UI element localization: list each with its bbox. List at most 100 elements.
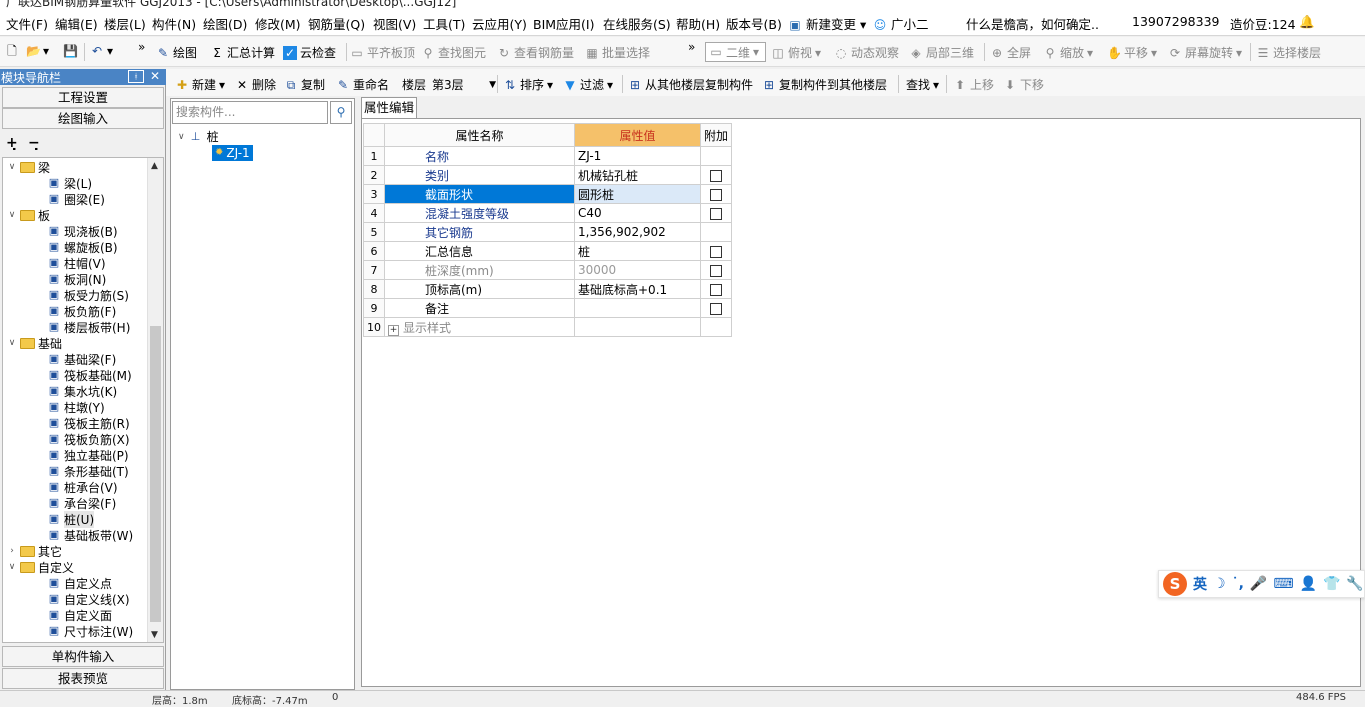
tree-folder[interactable]: ∨ 梁 xyxy=(7,159,50,175)
align-slab-top-button[interactable]: ▭ 平齐板顶 xyxy=(350,44,415,61)
chevron-down-icon[interactable]: ∨ xyxy=(178,132,185,142)
property-row[interactable]: 4 混凝土强度等级 C40 xyxy=(363,203,733,223)
local-3d-button[interactable]: ◈ 局部三维 xyxy=(909,44,974,61)
search-icon[interactable]: ⚲ xyxy=(330,101,352,124)
new-component-button[interactable]: ✚ 新建 ▾ xyxy=(175,76,225,93)
tree-item[interactable]: ▣ 基础梁(F) xyxy=(47,351,116,367)
property-value[interactable] xyxy=(574,298,701,318)
tree-item[interactable]: ▣ 筏板基础(M) xyxy=(47,367,132,383)
find-button[interactable]: 查找 ▾ xyxy=(906,76,939,93)
dynamic-observe-button[interactable]: ◌ 动态观察 xyxy=(834,44,899,61)
chevron-right-icon[interactable]: › xyxy=(7,546,17,556)
tree-item[interactable]: ▣ 自定义线(X) xyxy=(47,591,130,607)
tree-item[interactable]: ▣ 集水坑(K) xyxy=(47,383,117,399)
skin-icon[interactable]: 👕 xyxy=(1323,576,1340,592)
zoom-button[interactable]: ⚲ 缩放 ▾ xyxy=(1043,44,1093,61)
bell-icon[interactable]: 🔔 xyxy=(1299,14,1315,30)
assistant-button[interactable]: ☺ 广小二 xyxy=(873,14,929,33)
property-row[interactable]: 6 汇总信息 桩 xyxy=(363,241,733,261)
append-checkbox[interactable] xyxy=(710,283,722,296)
property-row[interactable]: 9 备注 xyxy=(363,298,733,318)
copy-from-floor-button[interactable]: ⊞ 从其他楼层复制构件 xyxy=(628,76,753,93)
menu-draw[interactable]: 绘图(D) xyxy=(203,14,247,33)
copy-button[interactable]: ⧉ 复制 xyxy=(284,76,325,93)
tree-item[interactable]: ▣ 板洞(N) xyxy=(47,271,107,287)
property-value[interactable]: 1,356,902,902 xyxy=(574,222,701,242)
append-checkbox[interactable] xyxy=(710,264,722,277)
property-row[interactable]: 8 顶标高(m) 基础底标高+0.1 xyxy=(363,279,733,299)
menu-online[interactable]: 在线服务(S) xyxy=(603,14,671,33)
save-icon[interactable]: 💾 xyxy=(63,44,78,58)
tree-item[interactable]: ▣ 自定义面 xyxy=(47,607,112,623)
chevron-down-icon[interactable]: ∨ xyxy=(7,162,17,172)
tree-item[interactable]: ▣ 楼层板带(H) xyxy=(47,319,131,335)
delete-button[interactable]: ✕ 删除 xyxy=(235,76,276,93)
expand-plus-icon[interactable]: + xyxy=(388,324,399,336)
component-tree-root[interactable]: ∨ ⊥ 桩 xyxy=(178,128,219,145)
append-checkbox[interactable] xyxy=(710,245,722,258)
moon-icon[interactable]: ☽ xyxy=(1213,576,1226,592)
wrench-icon[interactable]: 🔧 xyxy=(1346,576,1363,592)
tree-folder[interactable]: › 其它 xyxy=(7,543,62,559)
menu-component[interactable]: 构件(N) xyxy=(152,14,196,33)
filter-button[interactable]: ▼ 过滤 ▾ xyxy=(563,76,613,93)
copy-to-floor-button[interactable]: ⊞ 复制构件到其他楼层 xyxy=(762,76,887,93)
report-preview-button[interactable]: 报表预览 xyxy=(2,668,164,689)
mic-icon[interactable]: 🎤 xyxy=(1250,576,1267,592)
menu-floor[interactable]: 楼层(L) xyxy=(104,14,146,33)
scroll-up-icon[interactable]: ▲ xyxy=(151,161,158,171)
pin-icon[interactable]: ᚼ xyxy=(128,70,144,83)
chevron-down-icon[interactable]: ∨ xyxy=(7,562,17,572)
toolbar-more-1[interactable]: » xyxy=(138,40,145,54)
property-row[interactable]: 2 类别 机械钻孔桩 xyxy=(363,165,733,185)
close-icon[interactable]: ✕ xyxy=(150,69,160,83)
new-file-icon[interactable]: 🗋 xyxy=(5,44,19,58)
append-checkbox[interactable] xyxy=(710,169,722,182)
find-element-button[interactable]: ⚲ 查找图元 xyxy=(421,44,486,61)
user-icon[interactable]: 👤 xyxy=(1300,576,1317,592)
cloud-check-button[interactable]: ✓ 云检查 xyxy=(283,44,336,61)
property-value[interactable]: C40 xyxy=(574,203,701,223)
tree-folder[interactable]: ∨ 自定义 xyxy=(7,559,74,575)
property-row[interactable]: 10 + 显示样式 xyxy=(363,317,733,337)
property-value[interactable]: 圆形桩 xyxy=(574,184,701,204)
expand-all-icon[interactable]: +̣ xyxy=(6,135,18,151)
tree-item[interactable]: ▣ 圈梁(E) xyxy=(47,191,105,207)
tree-folder[interactable]: ∨ 基础 xyxy=(7,335,62,351)
view-rebar-button[interactable]: ↻ 查看钢筋量 xyxy=(497,44,574,61)
menu-modify[interactable]: 修改(M) xyxy=(255,14,301,33)
tree-item[interactable]: ▣ 独立基础(P) xyxy=(47,447,129,463)
screen-rotate-button[interactable]: ⟳ 屏幕旋转 ▾ xyxy=(1168,44,1242,61)
menu-tools[interactable]: 工具(T) xyxy=(423,14,465,33)
property-row[interactable]: 1 名称 ZJ-1 xyxy=(363,146,733,166)
project-settings-button[interactable]: 工程设置 xyxy=(2,87,164,108)
property-value[interactable] xyxy=(574,317,701,337)
toolbar-more-2[interactable]: » xyxy=(688,40,695,54)
property-row[interactable]: 3 截面形状 圆形桩 xyxy=(363,184,733,204)
tree-item[interactable]: ▣ 自定义点 xyxy=(47,575,112,591)
append-checkbox[interactable] xyxy=(710,188,722,201)
property-value[interactable]: 机械钻孔桩 xyxy=(574,165,701,185)
sogou-logo-icon[interactable]: S xyxy=(1163,572,1187,596)
fullscreen-button[interactable]: ⊕ 全屏 xyxy=(990,44,1031,61)
pan-button[interactable]: ✋ 平移 ▾ xyxy=(1107,44,1157,61)
property-row[interactable]: 7 桩深度(mm) 30000 xyxy=(363,260,733,280)
open-file-icon[interactable]: 📂 ▾ xyxy=(26,44,49,58)
batch-select-button[interactable]: ▦ 批量选择 xyxy=(585,44,650,61)
chevron-down-icon[interactable]: ∨ xyxy=(7,338,17,348)
tree-item[interactable]: ▣ 现浇板(B) xyxy=(47,223,118,239)
tree-item[interactable]: ▣ 条形基础(T) xyxy=(47,463,129,479)
undo-icon[interactable]: ↶ ▾ xyxy=(90,44,113,58)
move-up-button[interactable]: ⬆ 上移 xyxy=(953,76,994,93)
tree-item[interactable]: ▣ 桩(U) xyxy=(47,510,95,528)
select-floor-button[interactable]: ☰ 选择楼层 xyxy=(1256,44,1321,61)
collapse-all-icon[interactable]: −̣ xyxy=(28,135,40,151)
menu-help[interactable]: 帮助(H) xyxy=(676,14,720,33)
tree-item[interactable]: ▣ 螺旋板(B) xyxy=(47,239,118,255)
ime-lang-icon[interactable]: 英 xyxy=(1193,574,1207,594)
new-change-button[interactable]: ▣ 新建变更 ▾ xyxy=(788,14,866,33)
property-value[interactable]: ZJ-1 xyxy=(574,146,701,166)
tree-folder[interactable]: ∨ 板 xyxy=(7,207,50,223)
punct-icon[interactable]: ˙, xyxy=(1232,576,1244,592)
tree-item[interactable]: ▣ 柱墩(Y) xyxy=(47,399,105,415)
